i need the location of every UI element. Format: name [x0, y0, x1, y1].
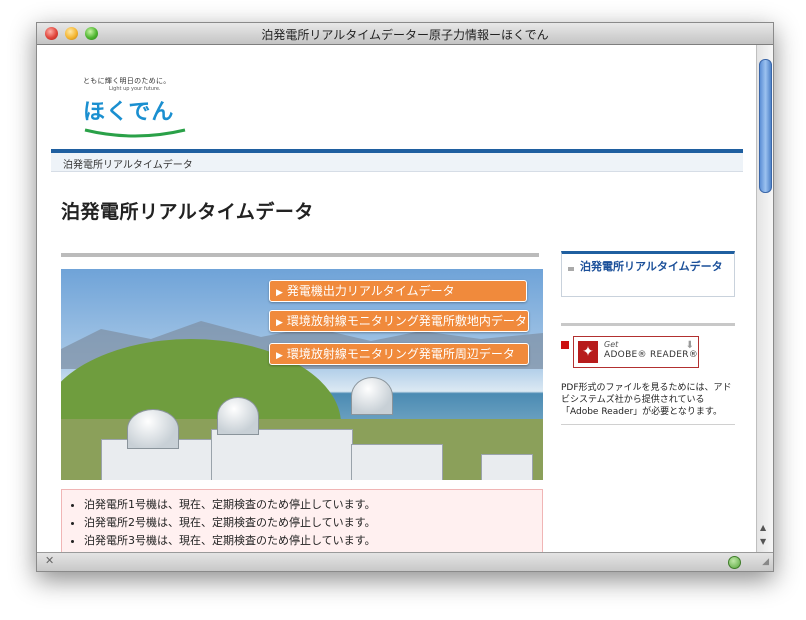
hokuden-logo[interactable]: ともに輝く明日のために。 Light up your future. ほくでん — [83, 76, 193, 140]
logo-mark: ほくでん — [83, 100, 175, 125]
plant-building — [481, 454, 533, 480]
page-title: 泊発電所リアルタイムデータ — [61, 201, 314, 223]
adobe-reader-label: ADOBE® READER® — [604, 350, 699, 360]
arrow-right-icon: ▶ — [276, 288, 283, 298]
btn-surrounding-radiation[interactable]: ▶ 環境放射線モニタリング発電所周辺データ — [269, 343, 529, 365]
close-status-icon[interactable]: ✕ — [45, 554, 54, 567]
security-status-icon[interactable] — [728, 556, 741, 569]
browser-window: 泊発電所リアルタイムデーター原子力情報ーほくでん ともに輝く明日のために。 Li… — [36, 22, 774, 572]
btn-surrounding-radiation-label: 環境放射線モニタリング発電所周辺データ — [286, 347, 515, 361]
reactor-dome-2 — [217, 397, 259, 435]
sidebar-nav-box: 泊発電所リアルタイムデータ — [561, 251, 735, 297]
page-content: ともに輝く明日のために。 Light up your future. ほくでん … — [37, 45, 757, 553]
notice-unit-1: 泊発電所1号機は、現在、定期検査のため停止しています。 — [84, 496, 542, 514]
status-notice: 泊発電所1号機は、現在、定期検査のため停止しています。 泊発電所2号機は、現在、… — [61, 489, 543, 553]
sidebar-divider — [561, 323, 735, 326]
scroll-up-icon[interactable]: ▲ — [760, 523, 766, 532]
reactor-dome-3 — [351, 377, 393, 415]
logo-swoosh-icon — [84, 128, 186, 138]
download-arrow-icon: ⬇ — [685, 340, 694, 351]
sidebar-item-realtime[interactable]: 泊発電所リアルタイムデータ — [580, 260, 730, 274]
plant-building — [351, 444, 443, 480]
external-link-icon — [561, 341, 569, 349]
notice-unit-2: 泊発電所2号機は、現在、定期検査のため停止しています。 — [84, 514, 542, 532]
scroll-down-icon[interactable]: ▼ — [760, 537, 766, 546]
breadcrumb: 泊発電所リアルタイムデータ — [51, 153, 743, 172]
sidebar-bottom-rule — [561, 424, 735, 425]
btn-generator-output-label: 発電機出力リアルタイムデータ — [286, 284, 455, 298]
logo-subline: Light up your future. — [109, 86, 161, 92]
logo-tagline: ともに輝く明日のために。 — [83, 77, 171, 85]
title-bar: 泊発電所リアルタイムデーター原子力情報ーほくでん — [37, 23, 773, 45]
breadcrumb-current: 泊発電所リアルタイムデータ — [63, 160, 193, 171]
btn-onsite-radiation-label: 環境放射線モニタリング発電所敷地内データ — [286, 314, 527, 328]
reactor-dome-1 — [127, 409, 179, 449]
status-bar: ✕ ◢ — [37, 552, 773, 571]
adobe-reader-note: PDF形式のファイルを見るためには、アドビシステムズ社から提供されている「Ado… — [561, 383, 732, 417]
vertical-scrollbar[interactable]: ▲ ▼ — [756, 45, 773, 553]
adobe-pdf-icon: ✦ — [578, 341, 598, 363]
adobe-reader-row: ✦ Get ADOBE® READER® ⬇ — [561, 336, 735, 376]
window-title: 泊発電所リアルタイムデーター原子力情報ーほくでん — [261, 28, 549, 42]
adobe-reader-button[interactable]: ✦ Get ADOBE® READER® ⬇ — [573, 336, 699, 368]
adobe-get-label: Get — [604, 340, 619, 349]
hero-photo-plant: ▶ 発電機出力リアルタイムデータ ▶ 環境放射線モニタリング発電所敷地内データ ▶ 環… — [61, 269, 543, 480]
btn-generator-output[interactable]: ▶ 発電機出力リアルタイムデータ — [269, 280, 527, 302]
arrow-right-icon: ▶ — [276, 351, 283, 361]
sidebar: 泊発電所リアルタイムデータ ✦ Get ADOBE® READER® ⬇ PDF… — [561, 251, 735, 425]
bullet-icon — [568, 267, 574, 271]
notice-unit-3: 泊発電所3号機は、現在、定期検査のため停止しています。 — [84, 532, 542, 550]
btn-onsite-radiation[interactable]: ▶ 環境放射線モニタリング発電所敷地内データ — [269, 310, 529, 332]
plant-building — [211, 429, 353, 480]
scrollbar-thumb[interactable] — [759, 59, 772, 193]
arrow-right-icon: ▶ — [276, 318, 283, 328]
section-divider — [61, 253, 539, 257]
resize-grip-icon[interactable]: ◢ — [762, 557, 769, 567]
